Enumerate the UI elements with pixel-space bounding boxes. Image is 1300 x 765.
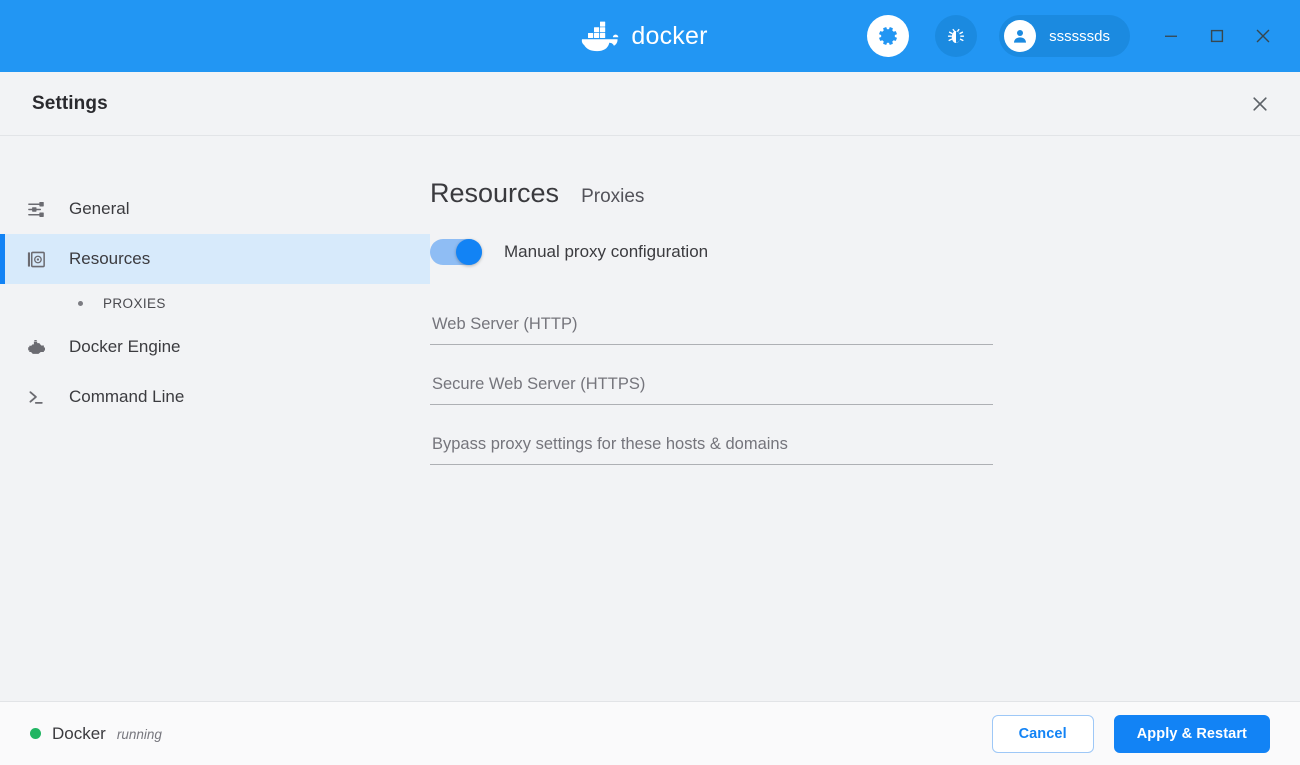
docker-status: Docker running — [30, 724, 162, 744]
close-icon[interactable] — [1240, 10, 1286, 62]
sidebar-subitem-proxies[interactable]: PROXIES — [0, 284, 430, 322]
settings-sidebar: General Resources PROXIES Docker Engine … — [0, 136, 430, 701]
footer-actions: Cancel Apply & Restart — [991, 714, 1270, 753]
maximize-icon[interactable] — [1194, 10, 1240, 62]
sidebar-item-label: Docker Engine — [69, 337, 181, 356]
settings-header: Settings — [0, 72, 1300, 136]
docker-whale-icon — [582, 21, 619, 52]
sidebar-item-label: General — [69, 199, 130, 218]
account-button[interactable]: ssssssds — [999, 15, 1130, 57]
settings-footer: Docker running Cancel Apply & Restart — [0, 701, 1300, 765]
settings-close-icon[interactable] — [1238, 82, 1282, 126]
content-heading-row: Resources Proxies — [430, 178, 1240, 209]
gear-glyph — [879, 27, 898, 45]
content-heading: Resources — [430, 178, 560, 208]
sidebar-item-docker-engine[interactable]: Docker Engine — [0, 322, 430, 372]
terminal-icon — [26, 387, 62, 408]
disk-glyph — [27, 251, 45, 267]
status-indicator-icon — [30, 728, 41, 739]
sliders-glyph — [28, 201, 44, 217]
sidebar-subitem-label: PROXIES — [103, 295, 166, 311]
page-title: Settings — [32, 92, 108, 114]
sidebar-item-label: Resources — [69, 249, 151, 268]
sliders-icon — [26, 199, 62, 220]
sidebar-item-command-line[interactable]: Command Line — [0, 372, 430, 422]
bullet-icon — [78, 300, 83, 306]
field-secure-web-server-https — [430, 369, 993, 405]
window-controls — [1148, 0, 1286, 72]
status-state: running — [116, 726, 162, 742]
field-web-server-http — [430, 309, 993, 345]
brand-wordmark: docker — [631, 21, 708, 50]
field-bypass-proxy — [430, 429, 993, 465]
settings-body: General Resources PROXIES Docker Engine … — [0, 136, 1300, 701]
settings-content: Resources Proxies Manual proxy configura… — [430, 136, 1300, 701]
toggle-knob — [456, 239, 482, 265]
docker-desktop-window: docker ssssssds Settings General Resourc… — [0, 0, 1300, 765]
maximize-glyph — [1210, 29, 1224, 43]
proxy-fields — [430, 309, 1240, 465]
account-name: ssssssds — [1049, 27, 1110, 45]
avatar-glyph — [1014, 30, 1027, 43]
apply-restart-button[interactable]: Apply & Restart — [1113, 714, 1270, 753]
web-server-http-input[interactable] — [430, 309, 993, 345]
engine-glyph — [28, 340, 45, 354]
status-name: Docker — [52, 723, 106, 743]
sidebar-item-label: Command Line — [69, 387, 185, 406]
minimize-glyph — [1165, 35, 1177, 37]
bug-glyph — [948, 28, 965, 43]
cancel-button[interactable]: Cancel — [991, 714, 1094, 753]
manual-proxy-toggle[interactable] — [430, 239, 482, 265]
terminal-glyph — [29, 390, 43, 404]
content-subheading: Proxies — [581, 186, 645, 207]
manual-proxy-toggle-row: Manual proxy configuration — [430, 239, 1240, 265]
secure-web-server-https-input[interactable] — [430, 369, 993, 405]
disk-icon — [26, 249, 62, 270]
manual-proxy-toggle-label: Manual proxy configuration — [504, 242, 709, 261]
bypass-proxy-input[interactable] — [430, 429, 993, 465]
settings-close-glyph — [1253, 96, 1267, 111]
sidebar-item-general[interactable]: General — [0, 184, 430, 234]
gear-icon[interactable] — [867, 15, 910, 57]
title-bar: docker ssssssds — [0, 0, 1300, 72]
engine-icon — [26, 336, 62, 358]
sidebar-item-resources[interactable]: Resources — [0, 234, 430, 284]
close-glyph — [1256, 29, 1270, 43]
minimize-icon[interactable] — [1148, 10, 1194, 62]
bug-icon[interactable] — [935, 15, 978, 57]
user-avatar-icon — [1004, 20, 1037, 52]
